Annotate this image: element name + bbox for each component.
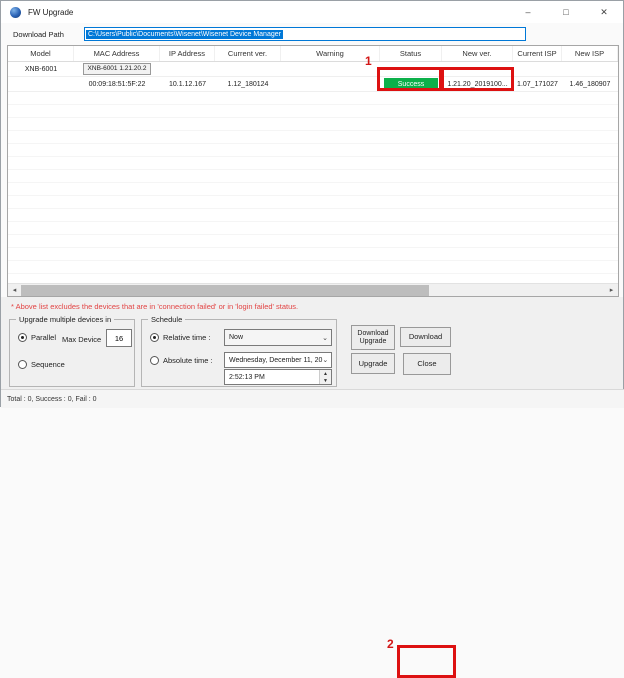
time-spinner[interactable]: ▲ ▼ [319, 370, 331, 384]
upgrade-mode-group-title: Upgrade multiple devices in [16, 315, 114, 324]
annotation-rect-close [397, 645, 456, 678]
app-icon [10, 7, 21, 18]
download-path-row: Download Path C:\Users\Public\Documents\… [1, 23, 623, 45]
spin-down-icon[interactable]: ▼ [320, 377, 331, 384]
upgrade-button[interactable]: Upgrade [351, 353, 395, 374]
spin-up-icon[interactable]: ▲ [320, 370, 331, 377]
table-empty-rows [8, 92, 618, 282]
status-bar: Total : 0, Success : 0, Fail : 0 [1, 390, 624, 408]
new-isp-cell: 1.46_180907 [562, 77, 618, 91]
column-header-current-isp[interactable]: Current ISP [513, 46, 562, 61]
date-picker[interactable]: Wednesday, December 11, 20 ⌄ [224, 352, 332, 368]
current-ver-cell: 1.12_180124 [215, 77, 281, 91]
radio-icon [18, 360, 27, 369]
horizontal-scrollbar[interactable]: ◂ ▸ [8, 283, 618, 296]
window-controls: – □ ✕ [509, 1, 623, 23]
status-bar-text: Total : 0, Success : 0, Fail : 0 [7, 396, 96, 403]
table-row[interactable]: XNB-6001 XNB-6001 1.21.20.2 [8, 62, 618, 77]
table-header-row: Model MAC Address IP Address Current ver… [8, 46, 618, 62]
device-table: Model MAC Address IP Address Current ver… [7, 45, 619, 297]
absolute-time-radio[interactable]: Absolute time : [150, 356, 213, 365]
download-path-value: C:\Users\Public\Documents\Wisenet\Wisene… [86, 30, 283, 39]
chevron-down-icon: ⌄ [322, 356, 328, 364]
scroll-right-icon[interactable]: ▸ [605, 284, 618, 297]
close-icon[interactable]: ✕ [585, 1, 623, 23]
firmware-dropdown[interactable]: XNB-6001 1.21.20.2 [83, 63, 152, 75]
download-upgrade-button[interactable]: Download Upgrade [351, 325, 395, 350]
relative-time-radio[interactable]: Relative time : [150, 333, 211, 342]
mac-cell: 00:09:18:51:5F:22 [74, 77, 160, 91]
sequence-radio[interactable]: Sequence [18, 360, 65, 369]
annotation-step-2: 2 [387, 637, 394, 651]
max-device-input[interactable] [106, 329, 132, 347]
chevron-down-icon: ⌄ [322, 334, 328, 342]
annotation-rect-new-ver [441, 67, 514, 91]
column-header-ip[interactable]: IP Address [160, 46, 215, 61]
radio-icon [150, 333, 159, 342]
radio-icon [150, 356, 159, 365]
bottom-panel: * Above list excludes the devices that a… [1, 297, 623, 408]
column-header-model[interactable]: Model [8, 46, 74, 61]
column-header-current-ver[interactable]: Current ver. [215, 46, 281, 61]
column-header-mac[interactable]: MAC Address [74, 46, 160, 61]
schedule-group: Schedule Relative time : Now ⌄ Absolute … [141, 319, 337, 387]
title-bar: FW Upgrade – □ ✕ [1, 1, 623, 23]
model-cell: XNB-6001 [8, 62, 74, 76]
column-header-status[interactable]: Status [380, 46, 442, 61]
warning-cell [281, 77, 380, 91]
column-header-new-ver[interactable]: New ver. [442, 46, 513, 61]
relative-time-select[interactable]: Now ⌄ [224, 329, 332, 346]
window-title: FW Upgrade [28, 8, 73, 17]
radio-icon [18, 333, 27, 342]
download-button[interactable]: Download [400, 327, 451, 347]
scroll-left-icon[interactable]: ◂ [8, 284, 21, 297]
annotation-rect-status [377, 67, 442, 91]
table-row[interactable]: 00:09:18:51:5F:22 10.1.12.167 1.12_18012… [8, 77, 618, 92]
exclusion-note: * Above list excludes the devices that a… [11, 302, 298, 311]
schedule-group-title: Schedule [148, 315, 185, 324]
scrollbar-thumb[interactable] [21, 285, 429, 296]
parallel-radio[interactable]: Parallel [18, 333, 56, 342]
time-picker[interactable]: 2:52:13 PM ▲ ▼ [224, 369, 332, 385]
ip-cell: 10.1.12.167 [160, 77, 215, 91]
download-path-input[interactable]: C:\Users\Public\Documents\Wisenet\Wisene… [84, 27, 526, 41]
annotation-step-1: 1 [365, 54, 372, 68]
upgrade-mode-group: Upgrade multiple devices in Parallel Max… [9, 319, 135, 387]
column-header-new-isp[interactable]: New ISP [562, 46, 618, 61]
current-isp-cell: 1.07_171027 [513, 77, 562, 91]
maximize-icon[interactable]: □ [547, 1, 585, 23]
close-button[interactable]: Close [403, 353, 451, 375]
minimize-icon[interactable]: – [509, 1, 547, 23]
max-device-label: Max Device [62, 335, 101, 344]
download-path-label: Download Path [13, 30, 64, 39]
